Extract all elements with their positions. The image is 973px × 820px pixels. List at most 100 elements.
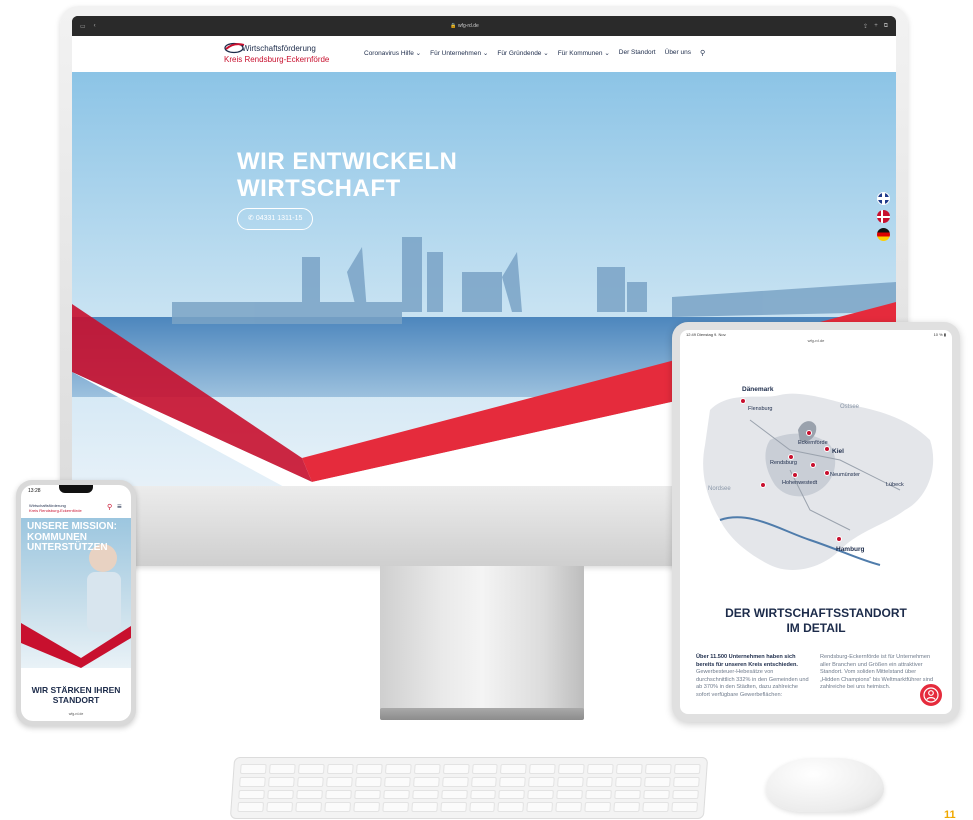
chevron-down-icon: ⌄ bbox=[543, 50, 549, 57]
ipad-text-column-right: Rendsburg-Eckernförde ist für Unternehme… bbox=[820, 654, 935, 692]
phone-hero-title: UNSERE MISSION: KOMMUNEN UNTERSTÜTZEN bbox=[27, 521, 118, 553]
map-pin-eckernfoerde bbox=[806, 430, 812, 436]
new-tab-icon[interactable]: + bbox=[874, 23, 878, 29]
hamburger-menu-icon[interactable]: ≡ bbox=[117, 502, 122, 511]
site-header: Wirtschaftsförderung Kreis Rendsburg-Eck… bbox=[72, 36, 896, 72]
search-icon[interactable]: ⚲ bbox=[107, 503, 112, 511]
map-label-hohenwestedt: Hohenwestedt bbox=[782, 480, 818, 486]
map-pin-hamburg bbox=[836, 536, 842, 542]
keyboard-key bbox=[558, 764, 585, 774]
chevron-down-icon: ⌄ bbox=[604, 50, 610, 57]
keyboard-key bbox=[557, 776, 585, 787]
map-label-ostsee: Ostsee bbox=[840, 404, 860, 410]
keyboard-key bbox=[645, 764, 672, 774]
keyboard-key bbox=[498, 789, 526, 800]
keyboard-key bbox=[412, 776, 440, 787]
keyboard-key bbox=[470, 776, 498, 787]
iphone-screen: 13:28 Wirtschaftsförderung Kreis Rendsbu… bbox=[21, 485, 131, 721]
tabs-icon[interactable]: ⧉ bbox=[884, 23, 888, 30]
keyboard-key bbox=[584, 802, 612, 812]
keyboard-key bbox=[674, 764, 701, 774]
map-pin-center bbox=[810, 462, 816, 468]
phone-address-bar[interactable]: wfg-rd.de bbox=[21, 712, 131, 716]
nav-item-fuer-unternehmen[interactable]: Für Unternehmen ⌄ bbox=[430, 49, 488, 57]
nav-item-fuer-gruendende[interactable]: Für Gründende ⌄ bbox=[497, 49, 548, 57]
ipad-col1-text: Gewerbesteuer-Hebesätze von durchschnitt… bbox=[696, 669, 809, 698]
main-navigation: Coronavirus Hilfe ⌄ Für Unternehmen ⌄ Fü… bbox=[364, 49, 705, 57]
keyboard-key bbox=[382, 789, 410, 800]
keyboard-key bbox=[326, 764, 354, 774]
ipad-section-heading: DER WIRTSCHAFTSSTANDORT IM DETAIL bbox=[725, 606, 907, 635]
keyboard-key bbox=[439, 802, 467, 812]
logo-text-line1: Wirtschaftsförderung bbox=[242, 44, 316, 53]
map-pin-hohenwestedt bbox=[792, 472, 798, 478]
keyboard-key bbox=[239, 764, 267, 774]
search-icon[interactable]: ⚲ bbox=[700, 49, 705, 57]
keyboard-key bbox=[295, 802, 322, 812]
map-label-eckernfoerde: Eckernförde bbox=[798, 440, 828, 446]
keyboard-key bbox=[355, 764, 383, 774]
nav-item-ueber-uns[interactable]: Über uns bbox=[665, 49, 691, 57]
keyboard-key bbox=[267, 789, 294, 800]
keyboard-key bbox=[296, 776, 324, 787]
keyboard-key bbox=[354, 776, 382, 787]
ipad-status-bar: 12:49 Dienstag 9. Nov. 10 % ▮ bbox=[686, 332, 946, 337]
danish-flag-icon[interactable] bbox=[877, 210, 890, 223]
ipad-frame: 12:49 Dienstag 9. Nov. 10 % ▮ wfg-rd.de … bbox=[672, 322, 960, 722]
chevron-down-icon: ⌄ bbox=[482, 50, 489, 57]
battery-icon: 10 % ▮ bbox=[933, 332, 946, 337]
map-label-kiel: Kiel bbox=[832, 448, 844, 455]
keyboard-key bbox=[499, 776, 527, 787]
map-pin-flensburg bbox=[740, 398, 746, 404]
address-bar[interactable]: 🔒 wfg-rd.de bbox=[435, 21, 495, 31]
phone-status-time: 13:28 bbox=[28, 488, 41, 494]
ipad-screen: 12:49 Dienstag 9. Nov. 10 % ▮ wfg-rd.de … bbox=[680, 330, 952, 714]
nav-item-fuer-kommunen[interactable]: Für Kommunen ⌄ bbox=[558, 49, 610, 57]
keyboard-key bbox=[353, 789, 381, 800]
map-label-neumuenster: Neumünster bbox=[830, 472, 860, 478]
keyboard-key bbox=[500, 764, 528, 774]
keyboard-key bbox=[587, 764, 614, 774]
person-icon bbox=[923, 687, 939, 703]
keyboard-key bbox=[324, 802, 351, 812]
keyboard-keys bbox=[237, 764, 701, 812]
keyboard-key bbox=[268, 764, 296, 774]
keyboard-key bbox=[613, 802, 641, 812]
keyboard-key bbox=[238, 789, 265, 800]
sidebar-toggle-icon[interactable]: ▭ bbox=[80, 23, 86, 30]
keyboard-key bbox=[497, 802, 525, 812]
map-pin-west bbox=[760, 482, 766, 488]
keyboard-key bbox=[614, 789, 642, 800]
german-flag-icon[interactable] bbox=[877, 228, 890, 241]
chevron-down-icon: ⌄ bbox=[415, 50, 422, 57]
nav-item-der-standort[interactable]: Der Standort bbox=[619, 49, 656, 57]
magic-mouse bbox=[766, 758, 884, 812]
keyboard-key bbox=[266, 802, 293, 812]
map-label-luebeck: Lübeck bbox=[886, 482, 904, 488]
keyboard-key bbox=[471, 764, 499, 774]
contact-person-button[interactable] bbox=[918, 682, 944, 708]
nav-item-coronavirus-hilfe[interactable]: Coronavirus Hilfe ⌄ bbox=[364, 49, 421, 57]
site-logo[interactable]: Wirtschaftsförderung Kreis Rendsburg-Eck… bbox=[224, 40, 344, 70]
map-label-denmark: Dänemark bbox=[742, 386, 774, 393]
keyboard-key bbox=[642, 802, 670, 812]
keyboard-key bbox=[325, 789, 352, 800]
keyboard-key bbox=[353, 802, 380, 812]
keyboard-key bbox=[237, 802, 264, 812]
keyboard-key bbox=[529, 764, 556, 774]
phone-button[interactable]: ✆ 04331 1311-15 bbox=[237, 208, 314, 230]
keyboard-key bbox=[671, 802, 699, 812]
english-flag-icon[interactable] bbox=[877, 192, 890, 205]
keyboard-key bbox=[556, 789, 584, 800]
browser-toolbar: ▭ ‹ 🔒 wfg-rd.de ⇪ + ⧉ bbox=[72, 16, 896, 36]
map-label-nordsee: Nordsee bbox=[708, 486, 731, 492]
ipad-address-bar[interactable]: wfg-rd.de bbox=[680, 338, 952, 343]
back-icon[interactable]: ‹ bbox=[94, 23, 96, 29]
keyboard-key bbox=[586, 776, 613, 787]
keyboard-key bbox=[268, 776, 295, 787]
phone-section-heading: WIR STÄRKEN IHREN STANDORT bbox=[31, 685, 121, 705]
keyboard-key bbox=[410, 802, 438, 812]
keyboard-key bbox=[382, 802, 409, 812]
share-icon[interactable]: ⇪ bbox=[863, 23, 868, 30]
keyboard-key bbox=[585, 789, 613, 800]
